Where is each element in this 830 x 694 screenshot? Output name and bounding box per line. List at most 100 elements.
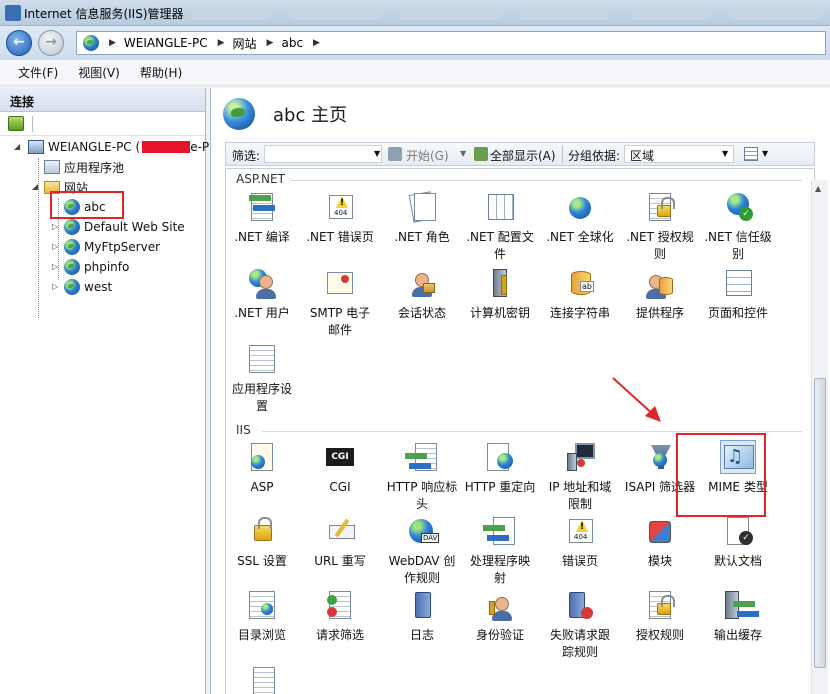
globe-icon [64, 279, 80, 295]
feature-url-rewrite[interactable]: URL 重写 [298, 515, 382, 570]
feature-app-settings[interactable]: 应用程序设 置 [226, 343, 304, 415]
toolbar-separator [562, 146, 563, 163]
title-bar: Internet 信息服务(IIS)管理器 [0, 0, 830, 26]
feature-http-response-headers[interactable]: HTTP 响应标 头 [380, 441, 464, 513]
scroll-up-icon[interactable]: ▲ [815, 184, 821, 193]
iis-app-icon [5, 5, 21, 21]
feature-partial[interactable] [226, 665, 304, 694]
dropdown-arrow-icon[interactable]: ▼ [722, 149, 728, 158]
error-code-text: 404 [334, 209, 348, 217]
annotation-box [50, 191, 124, 219]
feature-net-roles[interactable]: .NET 角色 [380, 191, 464, 246]
tree-node-site-ftp[interactable]: ▷ MyFtpServer [52, 238, 160, 256]
feature-modules[interactable]: 模块 [618, 515, 702, 570]
blurred-taskbar-item [630, 6, 710, 20]
back-button[interactable]: ← [6, 30, 32, 56]
feature-net-users[interactable]: .NET 用户 [226, 267, 304, 322]
feature-error-pages[interactable]: 404 错误页 [538, 515, 622, 570]
breadcrumb-server[interactable]: WEIANGLE-PC [124, 36, 208, 50]
menu-file[interactable]: 文件(F) [18, 64, 58, 81]
window-title: Internet 信息服务(IIS)管理器 [24, 7, 184, 21]
feature-request-filtering[interactable]: 请求筛选 [298, 589, 382, 644]
vertical-scrollbar[interactable]: ▲ [811, 180, 828, 694]
feature-connection-strings[interactable]: ab 连接字符串 [538, 267, 622, 322]
feature-net-profile[interactable]: .NET 配置文 件 [458, 191, 542, 263]
feature-session-state[interactable]: 会话状态 [380, 267, 464, 322]
tree-node-server[interactable]: ◢ WEIANGLE-PC ( e-P [14, 138, 209, 156]
tree-node-site-west[interactable]: ▷ west [52, 278, 112, 296]
scrollbar-thumb[interactable] [814, 378, 826, 668]
feature-asp[interactable]: ASP [226, 441, 304, 496]
feature-machine-key[interactable]: 计算机密钥 [458, 267, 542, 322]
feature-directory-browsing[interactable]: 目录浏览 [226, 589, 304, 644]
feature-net-error-pages[interactable]: 404 .NET 错误页 [298, 191, 382, 246]
connect-icon[interactable] [8, 116, 24, 131]
dropdown-arrow-icon[interactable]: ▼ [762, 149, 768, 158]
go-button[interactable]: 开始(G) [406, 147, 449, 164]
expand-icon[interactable]: ▷ [52, 262, 58, 271]
group-by-value: 区域 [630, 149, 655, 163]
show-all-icon [474, 147, 488, 161]
blurred-taskbar-item [730, 6, 820, 20]
menu-view[interactable]: 视图(V) [78, 64, 120, 81]
section-divider [290, 180, 802, 181]
feature-handler-mappings[interactable]: 处理程序映 射 [458, 515, 542, 587]
feature-default-document[interactable]: ✓ 默认文档 [696, 515, 780, 570]
feature-pages-controls[interactable]: 页面和控件 [696, 267, 780, 322]
feature-providers[interactable]: 提供程序 [618, 267, 702, 322]
server-name: WEIANGLE-PC ( [48, 140, 141, 154]
forward-button[interactable]: → [38, 30, 64, 56]
chevron-right-icon[interactable]: ▶ [109, 38, 116, 48]
feature-net-trust-levels[interactable]: ✓ .NET 信任级 别 [696, 191, 780, 263]
collapse-icon[interactable]: ◢ [32, 182, 38, 191]
expand-icon[interactable]: ▷ [52, 282, 58, 291]
toolbar-separator [32, 116, 33, 132]
feature-ip-domain-restrictions[interactable]: IP 地址和域 限制 [538, 441, 622, 513]
feature-ssl-settings[interactable]: SSL 设置 [226, 515, 304, 570]
breadcrumb-site[interactable]: abc [281, 36, 303, 50]
section-divider [262, 431, 802, 432]
feature-failed-request-tracing[interactable]: 失败请求跟 踪规则 [538, 589, 622, 661]
feature-net-compilation[interactable]: .NET 编译 [226, 191, 304, 246]
dropdown-arrow-icon[interactable]: ▼ [374, 149, 380, 158]
feature-cgi[interactable]: CGI CGI [298, 441, 382, 496]
feature-http-redirect[interactable]: HTTP 重定向 [458, 441, 542, 496]
chevron-right-icon[interactable]: ▶ [267, 38, 274, 48]
expand-icon[interactable]: ▷ [52, 242, 58, 251]
feature-authentication[interactable]: 身份验证 [458, 589, 542, 644]
feature-authorization-rules[interactable]: 授权规则 [618, 589, 702, 644]
expand-icon[interactable]: ▷ [52, 222, 58, 231]
section-iis: IIS [236, 423, 251, 437]
filter-bar: 筛选: ▼ 开始(G) ▼ 全部显示(A) 分组依据: 区域 ▼ ▼ [225, 142, 815, 166]
collapse-icon[interactable]: ◢ [14, 142, 20, 151]
show-all-button[interactable]: 全部显示(A) [490, 147, 556, 164]
filter-label: 筛选: [232, 149, 261, 163]
tree-node-site-default[interactable]: ▷ Default Web Site [52, 218, 185, 236]
feature-net-globalization[interactable]: .NET 全球化 [538, 191, 622, 246]
feature-output-caching[interactable]: 输出缓存 [696, 589, 780, 644]
breadcrumb[interactable]: ▶ WEIANGLE-PC ▶ 网站 ▶ abc ▶ [76, 31, 826, 55]
tree-node-app-pools[interactable]: 应用程序池 [44, 158, 124, 176]
feature-logging[interactable]: 日志 [380, 589, 464, 644]
dropdown-arrow-icon[interactable]: ▼ [460, 149, 466, 158]
feature-webdav-rules[interactable]: WebDAV 创 作规则 [380, 515, 464, 587]
arrow-right-icon: → [45, 34, 57, 50]
error-code-text: 404 [574, 533, 588, 541]
feature-smtp-email[interactable]: SMTP 电子 邮件 [298, 267, 382, 339]
view-mode-icon[interactable] [744, 147, 758, 161]
blurred-taskbar-item [190, 6, 270, 20]
feature-net-authorization[interactable]: .NET 授权规 则 [618, 191, 702, 263]
connections-pane: 连接 ◢ WEIANGLE-PC ( e-P 应用程序池 ◢ 网站 abc ▷ … [0, 88, 209, 694]
tree-node-site-phpinfo[interactable]: ▷ phpinfo [52, 258, 129, 276]
globe-icon [64, 219, 80, 235]
chevron-right-icon[interactable]: ▶ [313, 38, 320, 48]
breadcrumb-sites[interactable]: 网站 [233, 35, 257, 52]
globe-icon [64, 239, 80, 255]
cgi-icon: CGI [326, 448, 354, 466]
group-by-label: 分组依据: [568, 149, 621, 163]
arrow-left-icon: ← [13, 34, 25, 50]
globe-icon [83, 35, 99, 51]
filter-input[interactable] [264, 145, 382, 163]
menu-help[interactable]: 帮助(H) [140, 64, 182, 81]
chevron-right-icon[interactable]: ▶ [218, 38, 225, 48]
